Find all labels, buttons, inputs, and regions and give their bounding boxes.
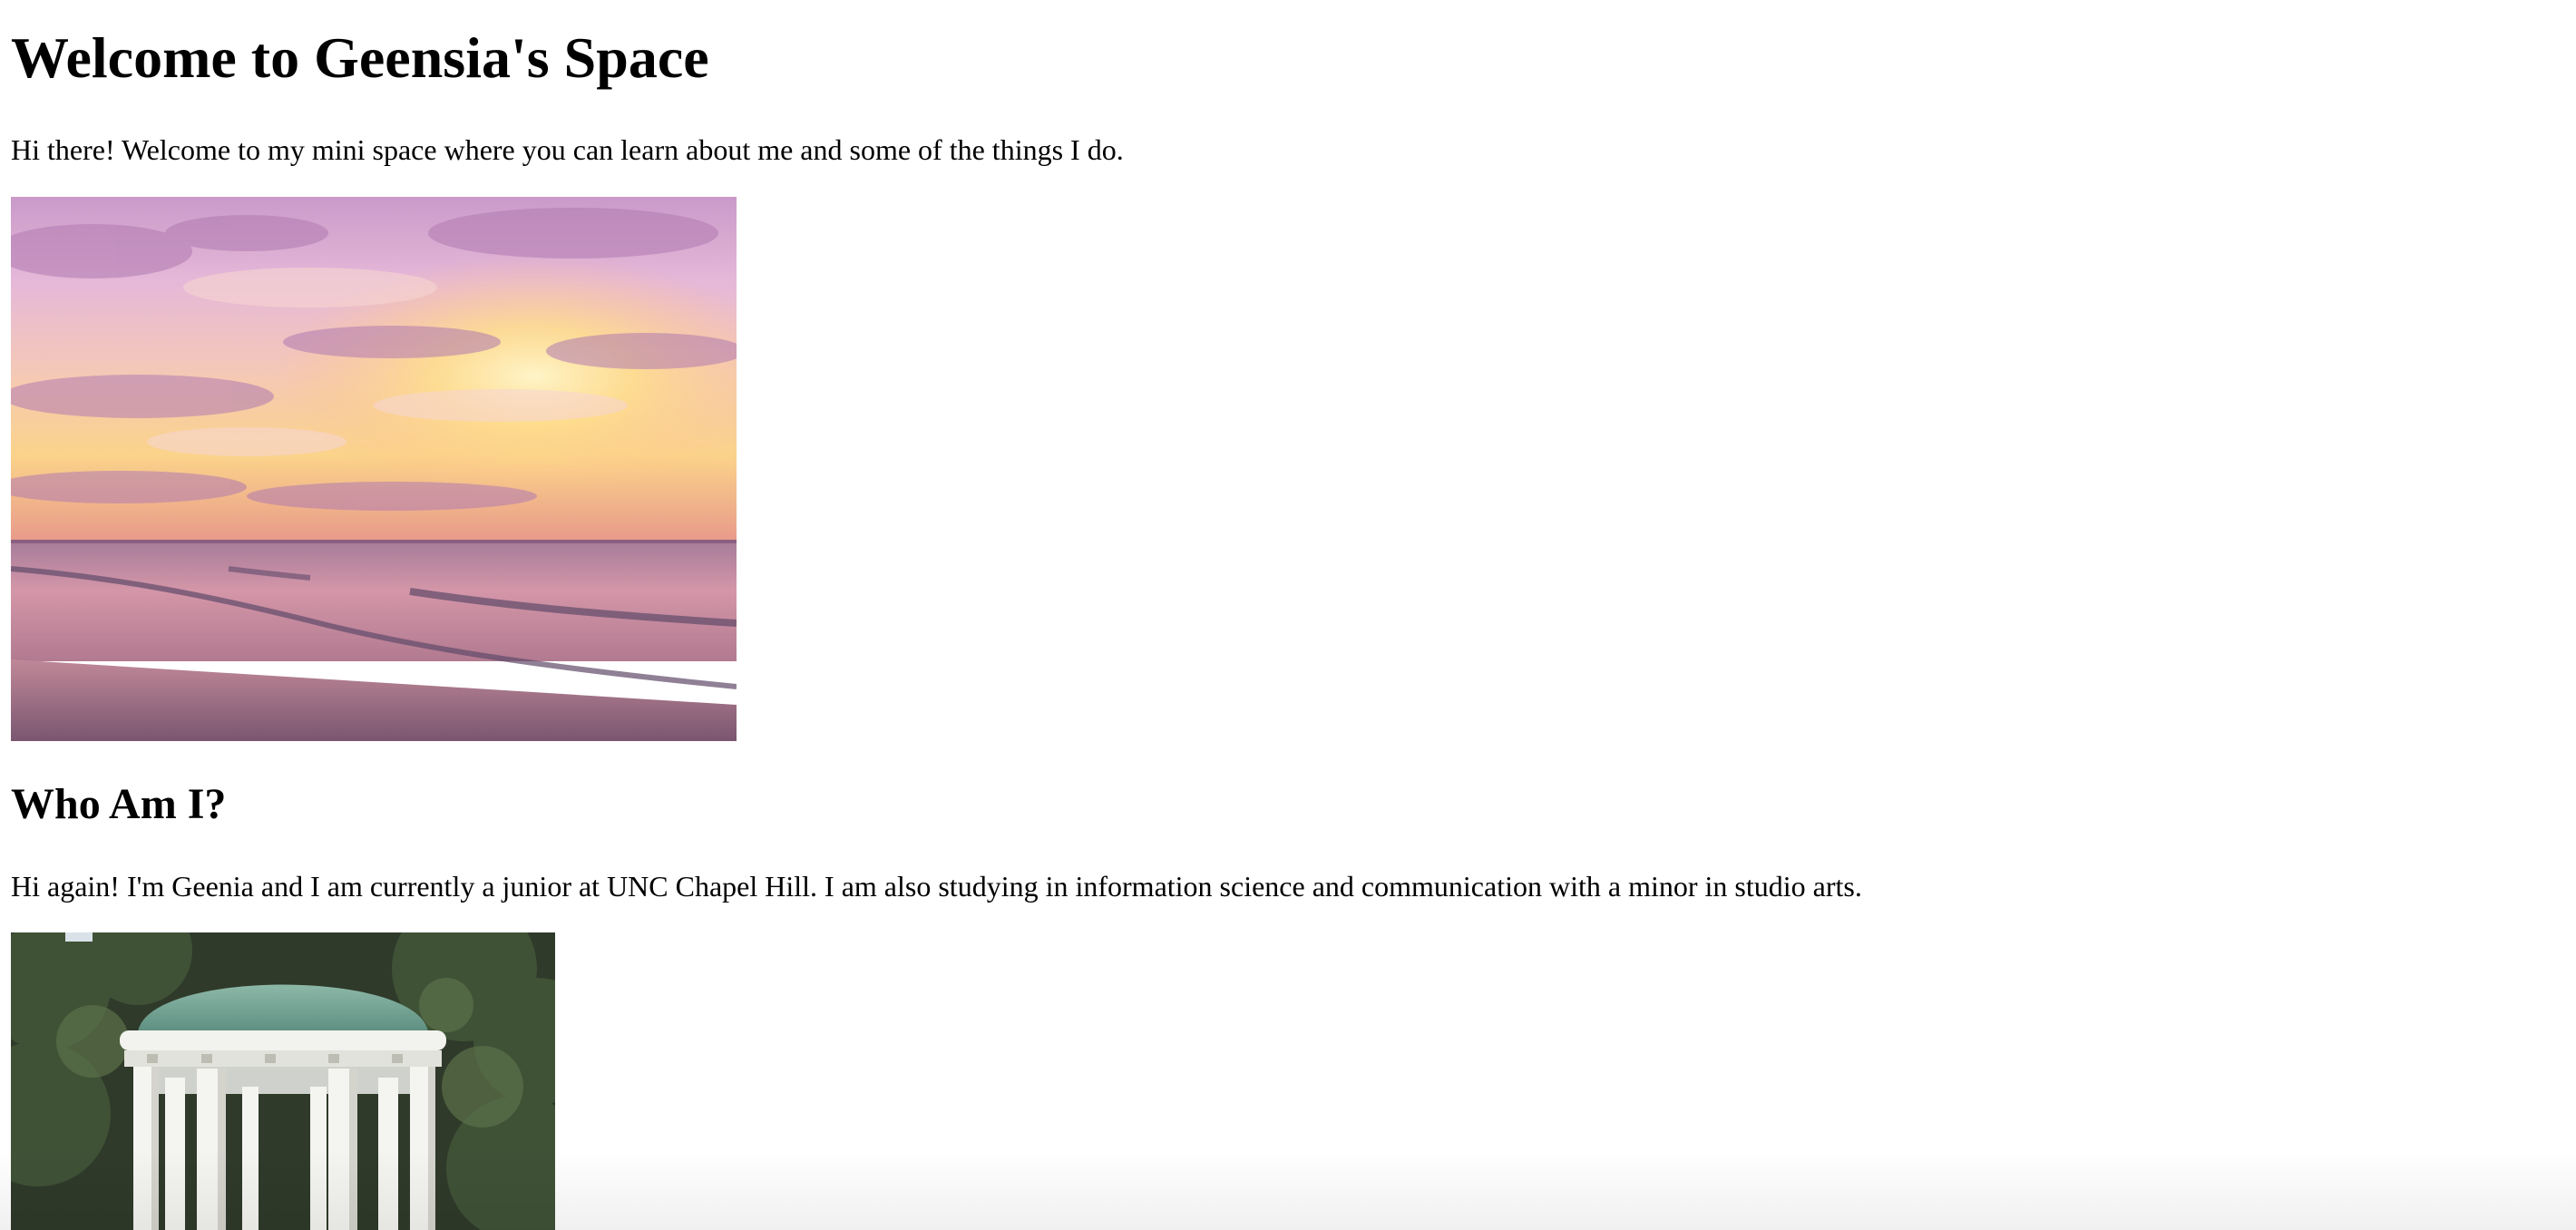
about-paragraph: Hi again! I'm Geenia and I am currently …	[11, 870, 1862, 903]
intro-paragraph: Hi there! Welcome to my mini space where…	[11, 133, 1124, 166]
page: Welcome to Geensia's Space Hi there! Wel…	[0, 0, 2576, 1230]
sunset-beach-image	[11, 197, 737, 741]
page-title: Welcome to Geensia's Space	[11, 25, 709, 90]
section-heading: Who Am I?	[11, 780, 227, 828]
old-well-rotunda-image	[11, 932, 555, 1230]
